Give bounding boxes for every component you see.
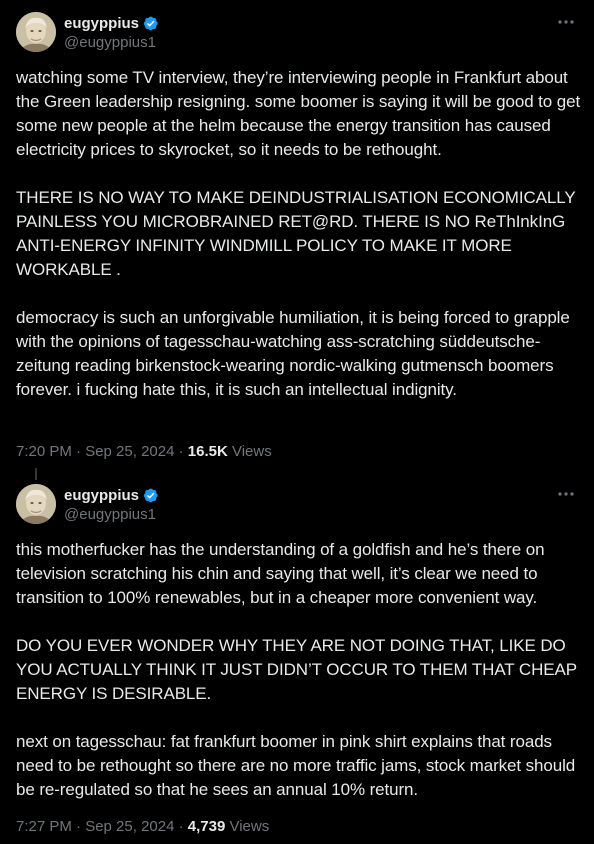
tweet-header: eugyppius @eugyppius1 (16, 484, 578, 528)
thread-connector-line (35, 468, 37, 480)
more-horizontal-icon[interactable] (556, 14, 576, 30)
avatar-image (16, 484, 56, 524)
display-name[interactable]: eugyppius (64, 487, 139, 504)
views-count: 4,739 (187, 818, 226, 835)
avatar[interactable] (16, 12, 56, 52)
author-names: eugyppius @eugyppius1 (64, 485, 159, 523)
handle[interactable]: @eugyppius1 (64, 34, 159, 51)
views-label: Views (227, 443, 272, 460)
author-names: eugyppius @eugyppius1 (64, 13, 159, 51)
avatar[interactable] (16, 484, 56, 524)
tweet-meta: 7:20 PM · Sep 25, 2024 · 16.5K Views (16, 442, 272, 462)
tweet-text: watching some TV interview, they’re inte… (16, 68, 581, 399)
tweet-text: this motherfucker has the understanding … (16, 540, 577, 799)
views-count: 16.5K (187, 443, 228, 460)
tweet-meta: 7:27 PM · Sep 25, 2024 · 4,739 Views (16, 817, 269, 837)
verified-badge-icon[interactable] (142, 15, 159, 32)
more-horizontal-icon[interactable] (556, 486, 576, 502)
display-name[interactable]: eugyppius (64, 15, 139, 32)
views-label: Views (225, 818, 270, 835)
tweet-header: eugyppius @eugyppius1 (16, 12, 578, 56)
timestamp[interactable]: 7:20 PM · Sep 25, 2024 · (16, 443, 188, 460)
timestamp[interactable]: 7:27 PM · Sep 25, 2024 · (16, 818, 188, 835)
handle[interactable]: @eugyppius1 (64, 506, 159, 523)
verified-badge-icon[interactable] (142, 487, 159, 504)
avatar-image (16, 12, 56, 52)
